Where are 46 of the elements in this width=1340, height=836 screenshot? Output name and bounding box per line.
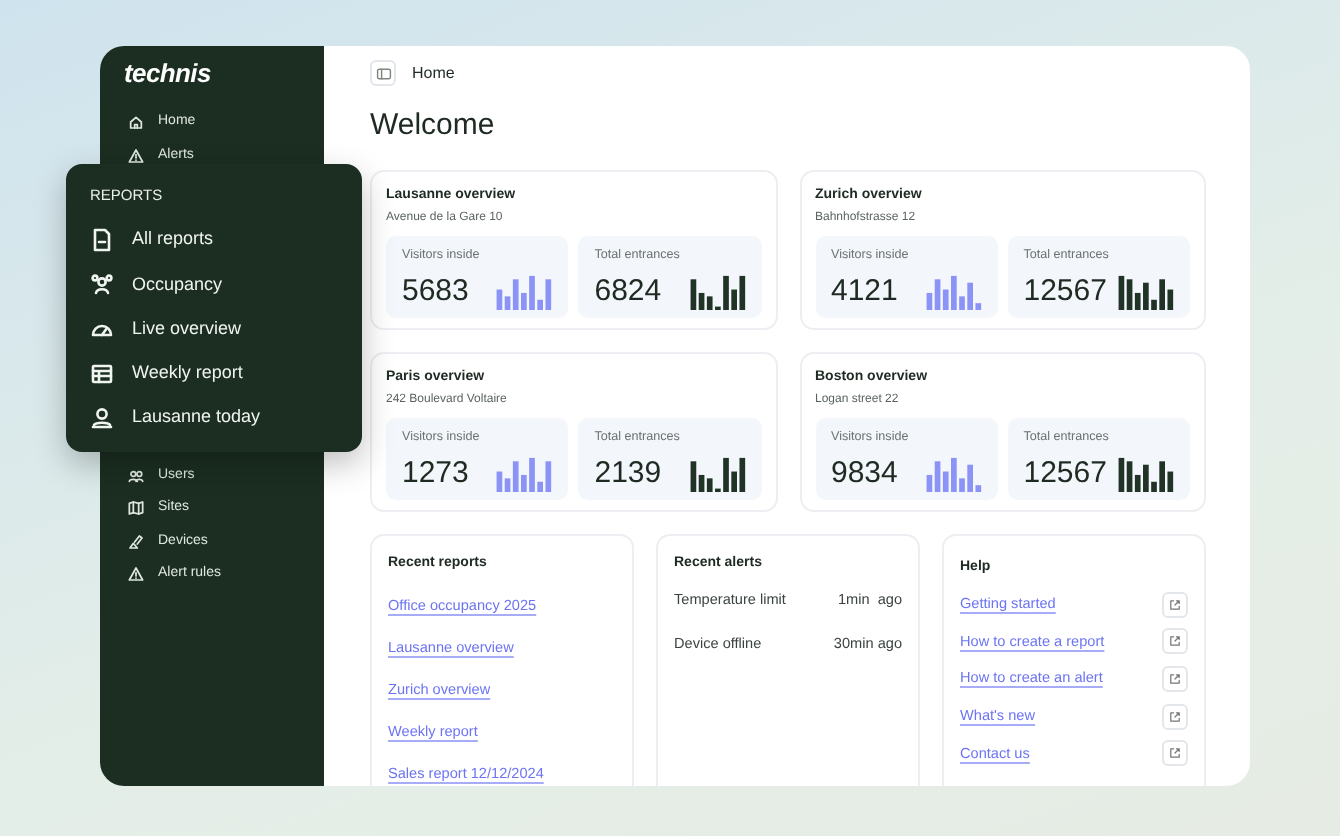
external-link-icon bbox=[1168, 671, 1182, 686]
sparkline-chart bbox=[1118, 456, 1176, 492]
menu-item[interactable]: Live overview bbox=[90, 306, 338, 352]
stat-value: 12567 bbox=[1023, 274, 1107, 310]
stat-value: 2139 bbox=[594, 456, 662, 492]
external-link-icon bbox=[1168, 709, 1182, 724]
breadcrumb[interactable]: Home bbox=[412, 61, 455, 85]
menu-item[interactable]: Weekly report bbox=[90, 351, 338, 396]
menu-item[interactable]: All reports bbox=[90, 218, 338, 263]
external-link-button[interactable] bbox=[1162, 703, 1188, 730]
sparkline-chart bbox=[689, 274, 747, 310]
stat-value: 12567 bbox=[1023, 456, 1107, 492]
menu-item[interactable]: Lausanne today bbox=[90, 395, 338, 440]
table-icon bbox=[90, 361, 114, 386]
people-icon bbox=[90, 272, 114, 297]
warning-icon bbox=[128, 147, 144, 164]
map-icon bbox=[128, 500, 144, 517]
external-link-icon bbox=[1168, 634, 1182, 649]
home-icon bbox=[128, 114, 144, 131]
stat-value: 5683 bbox=[402, 274, 469, 310]
menu-item[interactable]: Occupancy bbox=[90, 262, 338, 307]
stat-value: 4121 bbox=[831, 274, 898, 310]
stat-value: 9834 bbox=[831, 456, 898, 492]
logo: technis bbox=[124, 56, 213, 92]
sparkline-chart bbox=[1118, 274, 1176, 310]
external-link-button[interactable] bbox=[1162, 665, 1188, 692]
sparkline-chart bbox=[496, 456, 555, 492]
page-title: Welcome bbox=[370, 106, 497, 146]
stat-value: 1273 bbox=[402, 456, 469, 492]
sidebar-toggle-button[interactable] bbox=[370, 60, 396, 86]
location-person-icon bbox=[90, 405, 114, 430]
sparkline-chart bbox=[925, 274, 984, 310]
warning-icon bbox=[128, 566, 144, 583]
sparkline-chart bbox=[689, 456, 747, 492]
document-icon bbox=[90, 228, 114, 253]
users-icon bbox=[128, 467, 144, 484]
stat-value: 6824 bbox=[594, 274, 662, 310]
devices-icon bbox=[128, 533, 144, 550]
external-link-icon bbox=[1168, 746, 1182, 761]
external-link-button[interactable] bbox=[1162, 591, 1188, 618]
sidebar-icon bbox=[375, 65, 391, 81]
external-link-icon bbox=[1168, 597, 1182, 612]
external-link-button[interactable] bbox=[1162, 740, 1188, 767]
sparkline-chart bbox=[925, 456, 984, 492]
sparkline-chart bbox=[496, 274, 555, 310]
external-link-button[interactable] bbox=[1162, 628, 1188, 655]
